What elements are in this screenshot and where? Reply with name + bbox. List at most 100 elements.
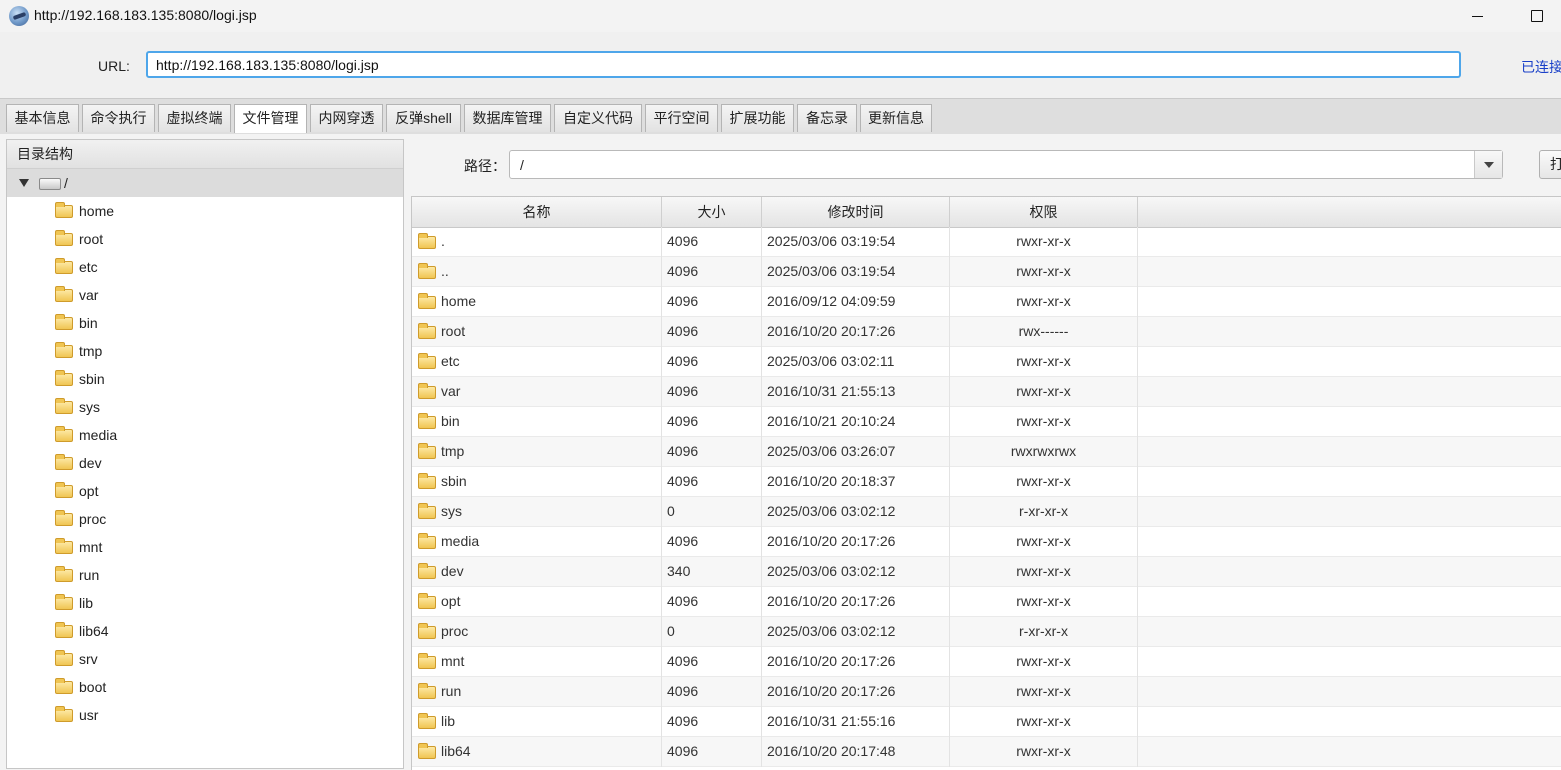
url-input[interactable] [146,51,1461,78]
tree-item[interactable]: var [7,281,403,309]
tree-item[interactable]: lib [7,589,403,617]
maximize-icon[interactable] [1524,4,1548,28]
folder-icon [55,510,73,526]
tree-item[interactable]: srv [7,645,403,673]
tree-item-label: usr [79,707,99,723]
tab-virtual-terminal[interactable]: 虚拟终端 [158,104,231,132]
tree-item[interactable]: tmp [7,337,403,365]
tab-parallel-space[interactable]: 平行空间 [645,104,718,132]
tree-item[interactable]: mnt [7,533,403,561]
file-permissions-cell: rwx------ [950,317,1138,347]
file-size-cell: 4096 [662,317,762,347]
table-row[interactable]: bin 4096 2016/10/21 20:10:24 rwxr-xr-x [412,407,1561,437]
tree-item-label: sys [79,399,100,415]
path-value[interactable]: / [520,157,524,173]
folder-icon [55,258,73,274]
tab-update-info[interactable]: 更新信息 [860,104,932,132]
file-name-cell-text: tmp [441,443,465,459]
tree-item[interactable]: dev [7,449,403,477]
file-name-cell-text: . [441,233,445,249]
tree-item[interactable]: sys [7,393,403,421]
folder-icon [55,706,73,722]
file-permissions-cell: rwxr-xr-x [950,287,1138,317]
tree-item[interactable]: sbin [7,365,403,393]
url-label: URL: [98,58,130,74]
tree-item-label: var [79,287,99,303]
table-row[interactable]: var 4096 2016/10/31 21:55:13 rwxr-xr-x [412,377,1561,407]
tree-item[interactable]: opt [7,477,403,505]
file-size-cell: 4096 [662,437,762,467]
file-modified-cell: 2025/03/06 03:19:54 [762,227,950,257]
open-path-button[interactable]: 打开 [1539,150,1561,179]
tab-database-manager[interactable]: 数据库管理 [464,104,551,132]
file-size-cell-text: 4096 [667,533,699,549]
folder-icon [418,533,436,549]
tree-item-label: srv [79,651,98,667]
directory-tree-header: 目录结构 [7,140,403,169]
file-name-cell: mnt [412,647,662,677]
file-modified-cell: 2016/10/20 20:17:26 [762,317,950,347]
file-modified-cell: 2025/03/06 03:19:54 [762,257,950,287]
table-row[interactable]: sys 0 2025/03/06 03:02:12 r-xr-xr-x [412,497,1561,527]
tree-item[interactable]: etc [7,253,403,281]
tab-extensions[interactable]: 扩展功能 [721,104,794,132]
table-row[interactable]: . 4096 2025/03/06 03:19:54 rwxr-xr-x [412,227,1561,257]
chevron-down-icon[interactable] [1474,151,1502,178]
tree-item-label: root [79,231,104,247]
tab-file-manager[interactable]: 文件管理 [234,104,307,133]
tree-item[interactable]: run [7,561,403,589]
column-header-modified[interactable]: 修改时间 [762,197,950,227]
table-row[interactable]: etc 4096 2025/03/06 03:02:11 rwxr-xr-x [412,347,1561,377]
tree-item[interactable]: home [7,197,403,225]
expand-arrow-icon[interactable] [19,179,29,187]
tree-item[interactable]: media [7,421,403,449]
table-row[interactable]: opt 4096 2016/10/20 20:17:26 rwxr-xr-x [412,587,1561,617]
table-row[interactable]: sbin 4096 2016/10/20 20:18:37 rwxr-xr-x [412,467,1561,497]
table-row[interactable]: home 4096 2016/09/12 04:09:59 rwxr-xr-x [412,287,1561,317]
table-row[interactable]: lib 4096 2016/10/31 21:55:16 rwxr-xr-x [412,707,1561,737]
tree-item[interactable]: usr [7,701,403,729]
tree-root-label: / [64,175,68,191]
tree-item[interactable]: lib64 [7,617,403,645]
tree-item[interactable]: root [7,225,403,253]
table-row[interactable]: root 4096 2016/10/20 20:17:26 rwx------ [412,317,1561,347]
minimize-icon[interactable] [1466,4,1490,28]
tree-item[interactable]: boot [7,673,403,701]
tab-basic-info[interactable]: 基本信息 [6,104,79,132]
tab-reverse-shell[interactable]: 反弹shell [386,104,461,132]
table-row[interactable]: .. 4096 2025/03/06 03:19:54 rwxr-xr-x [412,257,1561,287]
table-row[interactable]: proc 0 2025/03/06 03:02:12 r-xr-xr-x [412,617,1561,647]
connection-status-link[interactable]: 已连接 [1521,57,1561,77]
file-permissions-cell-text: rwxr-xr-x [1016,293,1071,309]
tree-item[interactable]: proc [7,505,403,533]
file-modified-cell: 2025/03/06 03:26:07 [762,437,950,467]
folder-icon [418,293,436,309]
tree-item[interactable]: bin [7,309,403,337]
table-row[interactable]: lib64 4096 2016/10/20 20:17:48 rwxr-xr-x [412,737,1561,767]
table-row[interactable]: dev 340 2025/03/06 03:02:12 rwxr-xr-x [412,557,1561,587]
table-row[interactable]: tmp 4096 2025/03/06 03:26:07 rwxrwxrwx [412,437,1561,467]
table-row[interactable]: mnt 4096 2016/10/20 20:17:26 rwxr-xr-x [412,647,1561,677]
path-combobox[interactable]: / [509,150,1503,179]
column-header-name[interactable]: 名称 [412,197,662,227]
folder-icon [55,538,73,554]
file-modified-cell-text: 2025/03/06 03:19:54 [767,233,896,249]
column-header-size[interactable]: 大小 [662,197,762,227]
table-row[interactable]: run 4096 2016/10/20 20:17:26 rwxr-xr-x [412,677,1561,707]
folder-icon [418,383,436,399]
file-size-cell-text: 4096 [667,743,699,759]
file-name-cell-text: lib [441,713,456,729]
file-size-cell-text: 4096 [667,593,699,609]
table-row[interactable]: media 4096 2016/10/20 20:17:26 rwxr-xr-x [412,527,1561,557]
file-name-cell-text: media [441,533,480,549]
file-modified-cell-text: 2025/03/06 03:02:12 [767,503,896,519]
tab-command-exec[interactable]: 命令执行 [82,104,155,132]
tree-items: home root etc var bin tmp sbin sys media dev opt pr… [7,197,403,729]
tab-custom-code[interactable]: 自定义代码 [554,104,642,132]
tab-intranet-tunnel[interactable]: 内网穿透 [310,104,383,132]
tree-root-node[interactable]: / [7,169,403,197]
column-header-permissions[interactable]: 权限 [950,197,1138,227]
tab-memo[interactable]: 备忘录 [797,104,857,132]
file-permissions-cell: rwxr-xr-x [950,407,1138,437]
file-size-cell-text: 4096 [667,683,699,699]
